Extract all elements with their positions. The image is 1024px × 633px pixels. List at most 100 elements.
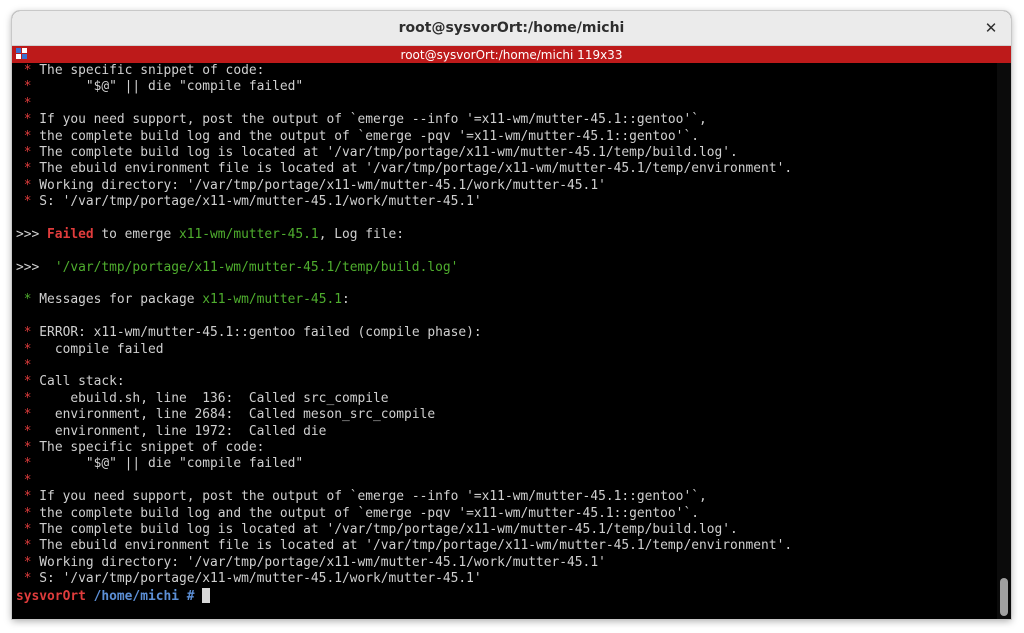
terminal-line: * ERROR: x11-wm/mutter-45.1::gentoo fail… [16, 325, 997, 341]
terminal-line: * Working directory: '/var/tmp/portage/x… [16, 555, 997, 571]
terminal-line: * Call stack: [16, 374, 997, 390]
terminal-line: * The specific snippet of code: [16, 63, 997, 79]
terminal-text: * [16, 439, 40, 455]
terminal-text: * [16, 161, 40, 177]
terminal-text: ERROR: x11-wm/mutter-45.1::gentoo failed… [39, 325, 482, 341]
terminal-text: * [16, 390, 40, 406]
terminal-line: * The ebuild environment file is located… [16, 538, 997, 554]
terminal-text: the complete build log and the output of… [39, 128, 699, 144]
terminal-line: * "$@" || die "compile failed" [16, 456, 997, 472]
terminal-line: * The ebuild environment file is located… [16, 161, 997, 177]
terminal-window: root@sysvorOrt:/home/michi ✕ root@sysvor… [12, 11, 1011, 619]
terminal-line: * [16, 96, 997, 112]
terminal-text: * [16, 194, 40, 210]
terminal-text: x11-wm/mutter-45.1 [202, 292, 342, 308]
terminal-text: * [16, 144, 40, 160]
terminal-line: * If you need support, post the output o… [16, 112, 997, 128]
terminal-output[interactable]: * The specific snippet of code: * "$@" |… [12, 63, 997, 619]
terminal-text: environment, line 1972: Called die [39, 423, 327, 439]
prompt-symbol: # [186, 588, 195, 604]
terminal-line: >>> Failed to emerge x11-wm/mutter-45.1,… [16, 227, 997, 243]
terminal-line: >>> '/var/tmp/portage/x11-wm/mutter-45.1… [16, 260, 997, 276]
terminal-line: * [16, 473, 997, 489]
terminal-text: * [16, 472, 40, 488]
terminal-text: Working directory: '/var/tmp/portage/x11… [39, 177, 606, 193]
prompt-host: sysvorOrt [16, 588, 86, 604]
scrollbar-thumb[interactable] [1000, 578, 1008, 616]
terminal-text: The complete build log is located at '/v… [39, 521, 738, 537]
terminal-text: * [16, 521, 40, 537]
terminal-text: the complete build log and the output of… [39, 505, 699, 521]
terminal-line: * environment, line 2684: Called meson_s… [16, 407, 997, 423]
terminal-text: S: '/var/tmp/portage/x11-wm/mutter-45.1/… [39, 194, 482, 210]
title-bar[interactable]: root@sysvorOrt:/home/michi ✕ [12, 11, 1011, 46]
terminal-line: * the complete build log and the output … [16, 506, 997, 522]
terminal-text: The specific snippet of code: [39, 63, 265, 78]
terminal-line: * environment, line 1972: Called die [16, 424, 997, 440]
terminal-text: * [16, 554, 40, 570]
terminal-line: * the complete build log and the output … [16, 129, 997, 145]
terminal-text: The ebuild environment file is located a… [39, 538, 793, 554]
terminal-text: ebuild.sh, line 136: Called src_compile [39, 390, 389, 406]
terminal-text: to emerge [93, 226, 179, 242]
terminal-text: Working directory: '/var/tmp/portage/x11… [39, 554, 606, 570]
tab-bar[interactable]: root@sysvorOrt:/home/michi 119x33 [12, 46, 1011, 63]
terminal-line: * Working directory: '/var/tmp/portage/x… [16, 178, 997, 194]
terminal-line: * [16, 358, 997, 374]
terminal-text: "$@" || die "compile failed" [39, 79, 304, 95]
terminal-text: * [16, 177, 40, 193]
terminal-text: If you need support, post the output of … [39, 112, 707, 128]
terminal-text: * [16, 505, 40, 521]
window-title: root@sysvorOrt:/home/michi [398, 20, 625, 36]
terminal-text: * [16, 128, 40, 144]
terminal-text: S: '/var/tmp/portage/x11-wm/mutter-45.1/… [39, 571, 482, 587]
terminal-text: * [16, 407, 40, 423]
terminal-text: >>> [16, 259, 55, 275]
close-button[interactable]: ✕ [981, 18, 1001, 38]
terminal-text: * [16, 79, 40, 95]
terminal-text: : [341, 292, 350, 308]
terminal-line: * compile failed [16, 342, 997, 358]
close-icon: ✕ [984, 19, 998, 37]
text-cursor [202, 587, 211, 603]
terminal-text: compile failed [39, 341, 164, 357]
terminal-line: * The complete build log is located at '… [16, 522, 997, 538]
terminal-text: , Log file: [318, 226, 405, 242]
terminal-text: * [16, 538, 40, 554]
terminal-text: >>> [16, 226, 48, 242]
terminal-text: The specific snippet of code: [39, 439, 265, 455]
terminal-text: * [16, 63, 40, 78]
terminal-line: * ebuild.sh, line 136: Called src_compil… [16, 391, 997, 407]
terminal-line: * Messages for package x11-wm/mutter-45.… [16, 292, 997, 308]
terminal-text: The complete build log is located at '/v… [39, 144, 738, 160]
terminal-text: * [16, 341, 40, 357]
terminal-text: * [16, 456, 40, 472]
scrollbar[interactable] [997, 63, 1011, 619]
shell-prompt[interactable]: sysvorOrt /home/michi # [16, 587, 997, 604]
terminal-text: Failed [47, 226, 94, 242]
terminal-text: Call stack: [39, 374, 125, 390]
terminal-text: * [16, 112, 40, 128]
terminal-text: * [16, 571, 40, 587]
terminal-text: * [16, 374, 40, 390]
terminal-line: * "$@" || die "compile failed" [16, 79, 997, 95]
terminal-line: * The specific snippet of code: [16, 440, 997, 456]
terminal-text: * [16, 358, 40, 374]
terminal-text: "$@" || die "compile failed" [39, 456, 304, 472]
terminal-text: The ebuild environment file is located a… [39, 161, 793, 177]
tab-title: root@sysvorOrt:/home/michi 119x33 [400, 47, 623, 62]
terminal-text: * [16, 325, 40, 341]
terminal-line: * S: '/var/tmp/portage/x11-wm/mutter-45.… [16, 194, 997, 210]
terminal-text: environment, line 2684: Called meson_src… [39, 407, 436, 423]
terminal-text: * [16, 489, 40, 505]
terminal-text: Messages for package [39, 292, 203, 308]
terminal-tab-icon[interactable] [16, 48, 28, 60]
terminal-text: x11-wm/mutter-45.1 [179, 226, 319, 242]
terminal-text: * [16, 423, 40, 439]
terminal-text: * [16, 95, 40, 111]
terminal-line: * If you need support, post the output o… [16, 489, 997, 505]
terminal-text: '/var/tmp/portage/x11-wm/mutter-45.1/tem… [54, 259, 459, 275]
